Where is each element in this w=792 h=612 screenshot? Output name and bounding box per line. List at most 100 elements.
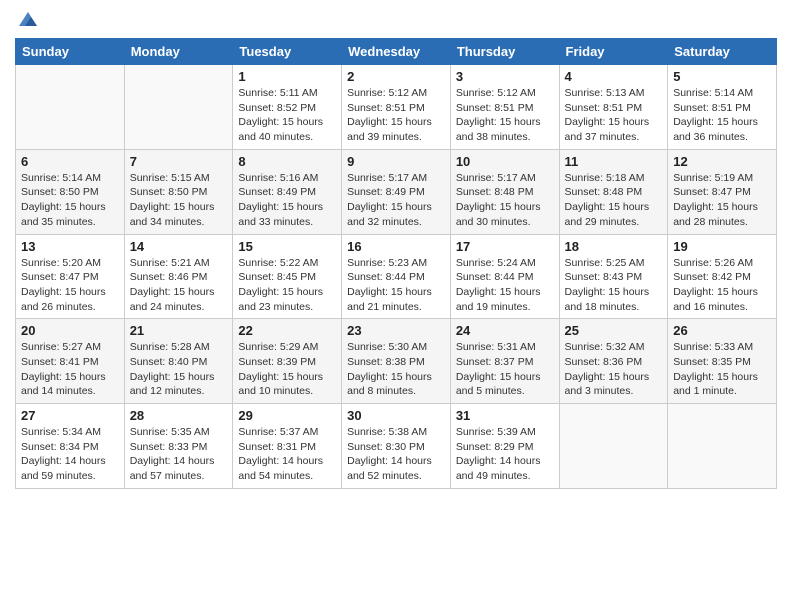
day-info: Sunrise: 5:17 AM Sunset: 8:48 PM Dayligh… (456, 171, 554, 230)
calendar-week-row: 1 Sunrise: 5:11 AM Sunset: 8:52 PM Daylig… (16, 65, 777, 150)
day-number: 16 (347, 239, 445, 254)
day-info: Sunrise: 5:39 AM Sunset: 8:29 PM Dayligh… (456, 425, 554, 484)
calendar-cell: 20 Sunrise: 5:27 AM Sunset: 8:41 PM Dayli… (16, 319, 125, 404)
calendar-cell: 24 Sunrise: 5:31 AM Sunset: 8:37 PM Dayli… (450, 319, 559, 404)
day-info: Sunrise: 5:25 AM Sunset: 8:43 PM Dayligh… (565, 256, 663, 315)
calendar-header-tuesday: Tuesday (233, 39, 342, 65)
calendar-cell: 5 Sunrise: 5:14 AM Sunset: 8:51 PM Daylig… (668, 65, 777, 150)
day-info: Sunrise: 5:27 AM Sunset: 8:41 PM Dayligh… (21, 340, 119, 399)
day-number: 4 (565, 69, 663, 84)
day-info: Sunrise: 5:23 AM Sunset: 8:44 PM Dayligh… (347, 256, 445, 315)
day-number: 12 (673, 154, 771, 169)
calendar-cell: 8Sunrise: 5:16 AM Sunset: 8:49 PM Daylig… (233, 149, 342, 234)
day-info: Sunrise: 5:22 AM Sunset: 8:45 PM Dayligh… (238, 256, 336, 315)
calendar-cell: 26 Sunrise: 5:33 AM Sunset: 8:35 PM Dayli… (668, 319, 777, 404)
calendar-header-saturday: Saturday (668, 39, 777, 65)
day-info: Sunrise: 5:30 AM Sunset: 8:38 PM Dayligh… (347, 340, 445, 399)
day-info: Sunrise: 5:28 AM Sunset: 8:40 PM Dayligh… (130, 340, 228, 399)
page: SundayMondayTuesdayWednesdayThursdayFrid… (0, 0, 792, 612)
day-info: Sunrise: 5:26 AM Sunset: 8:42 PM Dayligh… (673, 256, 771, 315)
day-info: Sunrise: 5:11 AM Sunset: 8:52 PM Dayligh… (238, 86, 336, 145)
day-number: 27 (21, 408, 119, 423)
calendar-cell: 16 Sunrise: 5:23 AM Sunset: 8:44 PM Dayli… (342, 234, 451, 319)
calendar-cell: 11Sunrise: 5:18 AM Sunset: 8:48 PM Dayli… (559, 149, 668, 234)
calendar-cell: 9Sunrise: 5:17 AM Sunset: 8:49 PM Daylig… (342, 149, 451, 234)
calendar-cell: 23 Sunrise: 5:30 AM Sunset: 8:38 PM Dayli… (342, 319, 451, 404)
day-info: Sunrise: 5:12 AM Sunset: 8:51 PM Dayligh… (456, 86, 554, 145)
day-number: 24 (456, 323, 554, 338)
day-number: 7 (130, 154, 228, 169)
calendar-cell (668, 404, 777, 489)
calendar: SundayMondayTuesdayWednesdayThursdayFrid… (15, 38, 777, 489)
day-number: 13 (21, 239, 119, 254)
calendar-cell: 29 Sunrise: 5:37 AM Sunset: 8:31 PM Dayli… (233, 404, 342, 489)
calendar-cell (559, 404, 668, 489)
day-info: Sunrise: 5:31 AM Sunset: 8:37 PM Dayligh… (456, 340, 554, 399)
calendar-cell (124, 65, 233, 150)
calendar-cell: 13 Sunrise: 5:20 AM Sunset: 8:47 PM Dayli… (16, 234, 125, 319)
day-number: 20 (21, 323, 119, 338)
calendar-header-sunday: Sunday (16, 39, 125, 65)
day-number: 26 (673, 323, 771, 338)
calendar-cell: 25 Sunrise: 5:32 AM Sunset: 8:36 PM Dayli… (559, 319, 668, 404)
calendar-cell: 31 Sunrise: 5:39 AM Sunset: 8:29 PM Dayli… (450, 404, 559, 489)
day-number: 23 (347, 323, 445, 338)
day-number: 6 (21, 154, 119, 169)
day-info: Sunrise: 5:21 AM Sunset: 8:46 PM Dayligh… (130, 256, 228, 315)
calendar-cell: 30Sunrise: 5:38 AM Sunset: 8:30 PM Dayli… (342, 404, 451, 489)
day-info: Sunrise: 5:12 AM Sunset: 8:51 PM Dayligh… (347, 86, 445, 145)
calendar-cell: 21 Sunrise: 5:28 AM Sunset: 8:40 PM Dayli… (124, 319, 233, 404)
day-info: Sunrise: 5:15 AM Sunset: 8:50 PM Dayligh… (130, 171, 228, 230)
day-number: 21 (130, 323, 228, 338)
day-number: 1 (238, 69, 336, 84)
calendar-cell: 14 Sunrise: 5:21 AM Sunset: 8:46 PM Dayli… (124, 234, 233, 319)
day-number: 31 (456, 408, 554, 423)
day-info: Sunrise: 5:14 AM Sunset: 8:51 PM Dayligh… (673, 86, 771, 145)
day-info: Sunrise: 5:17 AM Sunset: 8:49 PM Dayligh… (347, 171, 445, 230)
calendar-header-monday: Monday (124, 39, 233, 65)
day-info: Sunrise: 5:13 AM Sunset: 8:51 PM Dayligh… (565, 86, 663, 145)
calendar-week-row: 27Sunrise: 5:34 AM Sunset: 8:34 PM Dayli… (16, 404, 777, 489)
day-info: Sunrise: 5:32 AM Sunset: 8:36 PM Dayligh… (565, 340, 663, 399)
calendar-cell: 3 Sunrise: 5:12 AM Sunset: 8:51 PM Daylig… (450, 65, 559, 150)
day-number: 8 (238, 154, 336, 169)
calendar-cell: 19 Sunrise: 5:26 AM Sunset: 8:42 PM Dayli… (668, 234, 777, 319)
day-number: 17 (456, 239, 554, 254)
day-info: Sunrise: 5:20 AM Sunset: 8:47 PM Dayligh… (21, 256, 119, 315)
day-info: Sunrise: 5:37 AM Sunset: 8:31 PM Dayligh… (238, 425, 336, 484)
day-number: 19 (673, 239, 771, 254)
calendar-cell: 2Sunrise: 5:12 AM Sunset: 8:51 PM Daylig… (342, 65, 451, 150)
calendar-cell: 15 Sunrise: 5:22 AM Sunset: 8:45 PM Dayli… (233, 234, 342, 319)
day-info: Sunrise: 5:19 AM Sunset: 8:47 PM Dayligh… (673, 171, 771, 230)
calendar-cell: 7 Sunrise: 5:15 AM Sunset: 8:50 PM Daylig… (124, 149, 233, 234)
calendar-cell (16, 65, 125, 150)
calendar-header-row: SundayMondayTuesdayWednesdayThursdayFrid… (16, 39, 777, 65)
day-info: Sunrise: 5:14 AM Sunset: 8:50 PM Dayligh… (21, 171, 119, 230)
day-number: 29 (238, 408, 336, 423)
day-number: 22 (238, 323, 336, 338)
logo (15, 10, 39, 28)
day-info: Sunrise: 5:38 AM Sunset: 8:30 PM Dayligh… (347, 425, 445, 484)
day-number: 14 (130, 239, 228, 254)
calendar-cell: 12 Sunrise: 5:19 AM Sunset: 8:47 PM Dayli… (668, 149, 777, 234)
day-number: 10 (456, 154, 554, 169)
calendar-cell: 10 Sunrise: 5:17 AM Sunset: 8:48 PM Dayli… (450, 149, 559, 234)
day-number: 5 (673, 69, 771, 84)
calendar-cell: 28Sunrise: 5:35 AM Sunset: 8:33 PM Dayli… (124, 404, 233, 489)
day-info: Sunrise: 5:33 AM Sunset: 8:35 PM Dayligh… (673, 340, 771, 399)
day-number: 11 (565, 154, 663, 169)
calendar-cell: 17 Sunrise: 5:24 AM Sunset: 8:44 PM Dayli… (450, 234, 559, 319)
header (15, 10, 777, 28)
calendar-cell: 6 Sunrise: 5:14 AM Sunset: 8:50 PM Daylig… (16, 149, 125, 234)
calendar-cell: 27Sunrise: 5:34 AM Sunset: 8:34 PM Dayli… (16, 404, 125, 489)
day-number: 25 (565, 323, 663, 338)
calendar-week-row: 13 Sunrise: 5:20 AM Sunset: 8:47 PM Dayli… (16, 234, 777, 319)
calendar-cell: 4 Sunrise: 5:13 AM Sunset: 8:51 PM Daylig… (559, 65, 668, 150)
day-number: 15 (238, 239, 336, 254)
calendar-week-row: 20 Sunrise: 5:27 AM Sunset: 8:41 PM Dayli… (16, 319, 777, 404)
calendar-week-row: 6 Sunrise: 5:14 AM Sunset: 8:50 PM Daylig… (16, 149, 777, 234)
logo-icon (17, 8, 39, 30)
day-info: Sunrise: 5:24 AM Sunset: 8:44 PM Dayligh… (456, 256, 554, 315)
day-number: 3 (456, 69, 554, 84)
day-number: 18 (565, 239, 663, 254)
